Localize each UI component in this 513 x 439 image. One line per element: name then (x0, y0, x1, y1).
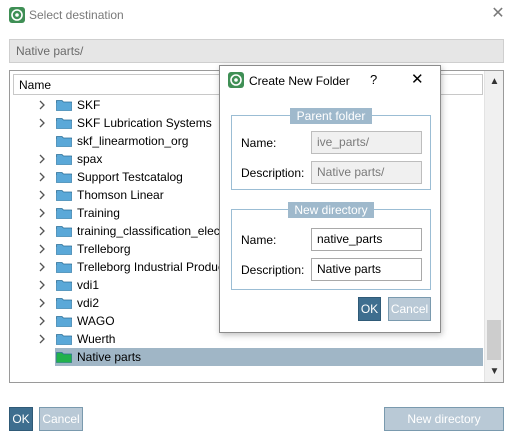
tree-item-label: SKF (77, 98, 101, 112)
folder-icon (56, 315, 72, 327)
new-description-label: Description: (241, 263, 305, 277)
tree-item-label: skf_linearmotion_org (77, 134, 189, 148)
parent-name-label: Name: (241, 136, 277, 150)
new-description-input[interactable]: Native parts (311, 258, 422, 281)
chevron-right-icon[interactable] (37, 206, 47, 220)
tree-item-label: SKF Lubrication Systems (77, 116, 212, 130)
new-directory-legend: New directory (288, 202, 374, 218)
folder-icon (56, 135, 72, 147)
folder-icon (56, 171, 72, 183)
parent-folder-legend: Parent folder (290, 108, 372, 124)
folder-icon (56, 261, 72, 273)
folder-icon (56, 189, 72, 201)
ok-button[interactable]: OK (9, 407, 33, 431)
tree-item-label: spax (77, 152, 103, 166)
chevron-right-icon[interactable] (37, 116, 47, 130)
tree-item-label: Native parts (77, 350, 142, 364)
close-icon[interactable]: ✕ (488, 4, 508, 24)
chevron-right-icon[interactable] (37, 188, 47, 202)
dialog-title: Create New Folder (249, 74, 350, 88)
chevron-right-icon[interactable] (37, 278, 47, 292)
folder-icon (56, 243, 72, 255)
folder-icon (56, 225, 72, 237)
tree-item-label: Training (77, 206, 120, 220)
folder-icon (56, 279, 72, 291)
vertical-scrollbar[interactable]: ▲ ▼ (484, 71, 503, 382)
destination-path-field: Native parts/ (9, 39, 504, 63)
folder-icon (56, 99, 72, 111)
create-folder-dialog: Create New Folder ? ✕ Parent folder Name… (219, 65, 441, 333)
chevron-right-icon[interactable] (37, 152, 47, 166)
scroll-up-icon[interactable]: ▲ (485, 73, 503, 90)
folder-icon (56, 351, 72, 363)
tree-item-label: Trelleborg Industrial Produc (77, 260, 224, 274)
folder-icon (56, 207, 72, 219)
parent-description-field: Native parts/ (311, 161, 422, 184)
scroll-down-icon[interactable]: ▼ (485, 363, 503, 380)
help-icon[interactable]: ? (370, 72, 377, 87)
chevron-right-icon[interactable] (37, 314, 47, 328)
folder-icon (56, 333, 72, 345)
new-name-input[interactable]: native_parts (311, 228, 422, 251)
app-logo-icon (9, 7, 25, 23)
new-directory-button[interactable]: New directory (384, 407, 504, 431)
folder-icon (56, 117, 72, 129)
close-icon[interactable]: ✕ (411, 70, 424, 88)
new-name-label: Name: (241, 233, 277, 247)
parent-description-label: Description: (241, 166, 305, 180)
dialog-cancel-button[interactable]: Cancel (388, 297, 431, 321)
tree-item-label: vdi2 (77, 296, 100, 310)
tree-item-label: Thomson Linear (77, 188, 164, 202)
tree-item-label: Trelleborg (77, 242, 131, 256)
chevron-right-icon[interactable] (37, 242, 47, 256)
scrollbar-thumb[interactable] (487, 320, 501, 360)
chevron-right-icon[interactable] (37, 224, 47, 238)
app-logo-icon (228, 72, 244, 88)
folder-icon (56, 153, 72, 165)
chevron-right-icon[interactable] (37, 98, 47, 112)
cancel-button[interactable]: Cancel (39, 407, 83, 431)
chevron-right-icon[interactable] (37, 260, 47, 274)
tree-item-label: Wuerth (77, 332, 116, 346)
tree-item-label: training_classification_elect (77, 224, 224, 238)
new-directory-group: New directory Name: native_parts Descrip… (231, 202, 431, 290)
chevron-right-icon[interactable] (37, 332, 47, 346)
dialog-ok-button[interactable]: OK (358, 297, 381, 321)
tree-row[interactable]: Native parts (10, 348, 484, 366)
parent-folder-group: Parent folder Name: ive_parts/ Descripti… (231, 108, 431, 190)
tree-item-label: Support Testcatalog (77, 170, 183, 184)
window-title: Select destination (29, 8, 124, 22)
chevron-right-icon[interactable] (37, 170, 47, 184)
folder-icon (56, 297, 72, 309)
tree-item-label: vdi1 (77, 278, 100, 292)
parent-name-field: ive_parts/ (311, 131, 422, 154)
chevron-right-icon[interactable] (37, 296, 47, 310)
tree-item-label: WAGO (77, 314, 115, 328)
